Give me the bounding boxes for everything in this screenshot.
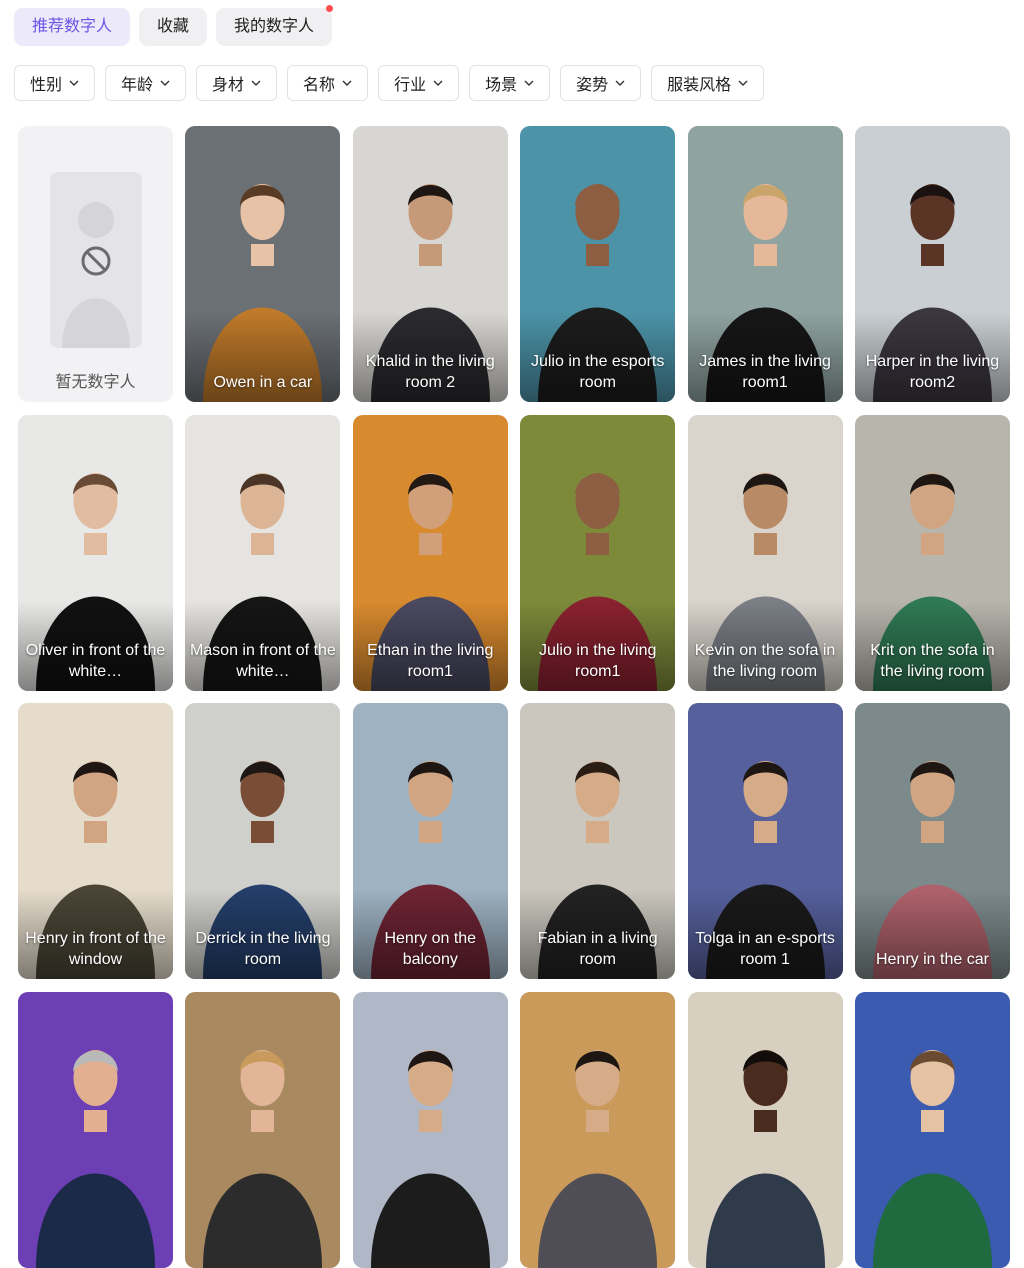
filter-dropdown-7[interactable]: 服装风格 bbox=[651, 65, 765, 101]
avatar-name: Henry on the balcony bbox=[384, 930, 477, 968]
avatar-figure bbox=[203, 1049, 323, 1268]
avatar-card[interactable] bbox=[854, 991, 1010, 1268]
filter-dropdown-6[interactable]: 姿势 bbox=[560, 65, 642, 101]
avatar-card[interactable]: Henry in front of the window bbox=[18, 703, 173, 979]
avatar-name: Julio in the esports room bbox=[530, 353, 665, 391]
avatar-name: Kevin on the sofa in the living room bbox=[694, 641, 836, 680]
chevron-down-icon bbox=[160, 80, 170, 86]
tab-bar: 推荐数字人 收藏 我的数字人 bbox=[14, 5, 334, 46]
chevron-down-icon bbox=[738, 80, 748, 86]
filter-label: 场景 bbox=[485, 77, 518, 94]
chevron-down-icon bbox=[524, 80, 534, 86]
filter-bar: 性别 年龄 身材 名称 行业 场景 姿势 服装风格 bbox=[14, 65, 765, 101]
avatar-name: Owen in a car bbox=[213, 374, 313, 391]
avatar-name: Krit on the sofa in the living room bbox=[870, 641, 995, 680]
filter-label: 姿势 bbox=[576, 77, 609, 94]
filter-dropdown-0[interactable]: 性别 bbox=[14, 65, 96, 101]
avatar-name: Henry in front of the window bbox=[25, 930, 166, 968]
chevron-down-icon bbox=[433, 80, 443, 86]
chevron-down-icon bbox=[342, 80, 352, 86]
avatar-card[interactable] bbox=[185, 991, 341, 1268]
tab-label: 我的数字人 bbox=[234, 18, 315, 35]
avatar-card[interactable]: Julio in the esports room bbox=[520, 126, 676, 402]
tab-1[interactable]: 收藏 bbox=[139, 8, 208, 46]
filter-label: 年龄 bbox=[121, 77, 154, 94]
avatar-name: Mason in front of the white… bbox=[189, 641, 336, 680]
avatar-card[interactable]: James in the living room1 bbox=[687, 126, 843, 402]
avatar-figure bbox=[36, 1049, 155, 1268]
filter-label: 行业 bbox=[394, 77, 427, 94]
filter-dropdown-5[interactable]: 场景 bbox=[469, 65, 551, 101]
avatar-name: Henry in the car bbox=[875, 951, 989, 968]
avatar-card[interactable]: Harper in the living room2 bbox=[854, 126, 1010, 402]
avatar-name: Fabian in a living room bbox=[537, 930, 658, 968]
chevron-down-icon bbox=[251, 80, 261, 86]
avatar-card[interactable]: Oliver in front of the white… bbox=[18, 414, 173, 691]
avatar-card[interactable]: Fabian in a living room bbox=[520, 703, 676, 979]
avatar-card[interactable]: Derrick in the living room bbox=[185, 703, 341, 979]
avatar-figure bbox=[705, 1049, 825, 1268]
avatar-card[interactable]: Khalid in the living room 2 bbox=[352, 126, 508, 402]
empty-avatar-label: 暂无数字人 bbox=[55, 374, 136, 391]
tab-label: 推荐数字人 bbox=[32, 18, 113, 35]
avatar-card[interactable]: Krit on the sofa in the living room bbox=[854, 414, 1010, 691]
avatar-card[interactable]: Ethan in the living room1 bbox=[352, 414, 508, 691]
empty-avatar-card[interactable]: 暂无数字人 bbox=[18, 126, 173, 402]
avatar-placeholder bbox=[50, 172, 142, 348]
avatar-card[interactable] bbox=[18, 991, 173, 1268]
avatar-name: Khalid in the living room 2 bbox=[365, 353, 495, 391]
avatar-name: Julio in the living room1 bbox=[538, 641, 657, 680]
avatar-card[interactable]: Tolga in an e-sports room 1 bbox=[687, 703, 843, 979]
avatar-card[interactable]: Kevin on the sofa in the living room bbox=[687, 414, 843, 691]
filter-label: 身材 bbox=[212, 77, 245, 94]
avatar-name: James in the living room1 bbox=[699, 353, 831, 391]
avatar-card[interactable]: Mason in front of the white… bbox=[185, 414, 341, 691]
avatar-name: Tolga in an e-sports room 1 bbox=[695, 930, 835, 968]
avatar-name: Oliver in front of the white… bbox=[25, 641, 166, 680]
chevron-down-icon bbox=[69, 80, 79, 86]
avatar-figure bbox=[370, 1049, 490, 1268]
filter-label: 名称 bbox=[303, 77, 336, 94]
filter-dropdown-1[interactable]: 年龄 bbox=[105, 65, 187, 101]
chevron-down-icon bbox=[615, 80, 625, 86]
avatar-grid: 暂无数字人 Owen in a car Khalid in the living … bbox=[18, 126, 1010, 1268]
avatar-card[interactable]: Julio in the living room1 bbox=[520, 414, 676, 691]
filter-label: 服装风格 bbox=[667, 77, 732, 94]
avatar-card[interactable]: Owen in a car bbox=[185, 126, 341, 402]
tab-0[interactable]: 推荐数字人 bbox=[14, 8, 131, 46]
tab-label: 收藏 bbox=[157, 18, 190, 35]
notification-dot bbox=[326, 5, 334, 12]
avatar-card[interactable] bbox=[520, 991, 676, 1268]
avatar-name: Derrick in the living room bbox=[195, 930, 331, 968]
avatar-card[interactable]: Henry on the balcony bbox=[352, 703, 508, 979]
avatar-figure bbox=[872, 1049, 992, 1268]
avatar-card[interactable] bbox=[352, 991, 508, 1268]
avatar-name: Ethan in the living room1 bbox=[367, 641, 494, 680]
filter-dropdown-4[interactable]: 行业 bbox=[378, 65, 460, 101]
avatar-card[interactable] bbox=[687, 991, 843, 1268]
filter-label: 性别 bbox=[30, 77, 63, 94]
avatar-card[interactable]: Henry in the car bbox=[854, 703, 1010, 979]
avatar-name: Harper in the living room2 bbox=[865, 353, 1000, 391]
no-avatar-icon bbox=[62, 202, 130, 348]
filter-dropdown-3[interactable]: 名称 bbox=[287, 65, 369, 101]
filter-dropdown-2[interactable]: 身材 bbox=[196, 65, 278, 101]
tab-2[interactable]: 我的数字人 bbox=[216, 5, 334, 46]
avatar-figure bbox=[538, 1049, 658, 1268]
